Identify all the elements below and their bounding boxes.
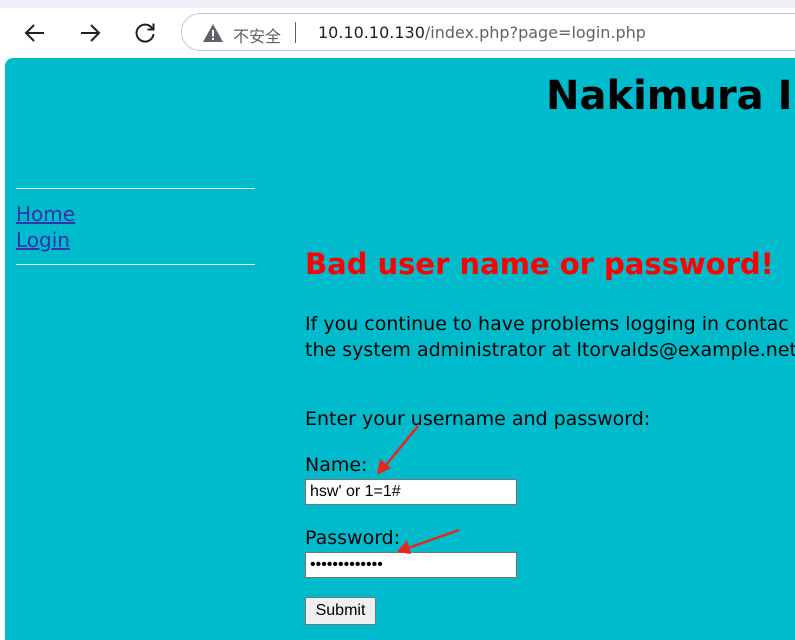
submit-button[interactable]: Submit: [305, 597, 376, 625]
arrow-left-icon: [24, 24, 44, 42]
help-text: If you continue to have problems logging…: [305, 311, 795, 363]
tab-strip: [0, 0, 795, 8]
annotation-arrow-name: [377, 425, 419, 475]
browser-toolbar: 不安全 10.10.10.130/index.php?page=login.ph…: [0, 0, 795, 58]
security-status-label[interactable]: 不安全: [233, 23, 281, 47]
url-text[interactable]: 10.10.10.130/index.php?page=login.php: [318, 23, 646, 42]
reload-icon: [135, 23, 155, 43]
site-title: Nakimura In: [546, 73, 795, 119]
warning-icon[interactable]: [202, 23, 224, 43]
reload-button[interactable]: [130, 18, 160, 48]
arrow-right-icon: [81, 24, 101, 42]
address-separator: [295, 22, 296, 43]
name-label: Name:: [305, 454, 368, 476]
forward-button[interactable]: [75, 18, 105, 48]
page-viewport: Nakimura In Home Login Bad user name or …: [5, 58, 795, 640]
sidebar-divider-bottom: [16, 264, 255, 265]
help-text-line-2: the system administrator at ltorvalds@ex…: [305, 339, 795, 361]
error-heading: Bad user name or password!: [305, 247, 774, 281]
sidebar-divider-top: [16, 188, 255, 189]
back-button[interactable]: [20, 18, 50, 48]
sidebar-item-home[interactable]: Home: [16, 202, 75, 226]
username-input[interactable]: [305, 479, 517, 505]
password-label: Password:: [305, 527, 401, 549]
help-text-line-1: If you continue to have problems logging…: [305, 313, 789, 335]
sidebar-item-login[interactable]: Login: [16, 228, 70, 252]
url-path: /index.php?page=login.php: [424, 23, 646, 42]
url-host: 10.10.10.130: [318, 23, 425, 42]
password-input[interactable]: [305, 552, 517, 578]
annotation-arrow-password: [397, 528, 460, 554]
address-bar[interactable]: 不安全 10.10.10.130/index.php?page=login.ph…: [181, 13, 795, 51]
login-prompt: Enter your username and password:: [305, 408, 651, 430]
